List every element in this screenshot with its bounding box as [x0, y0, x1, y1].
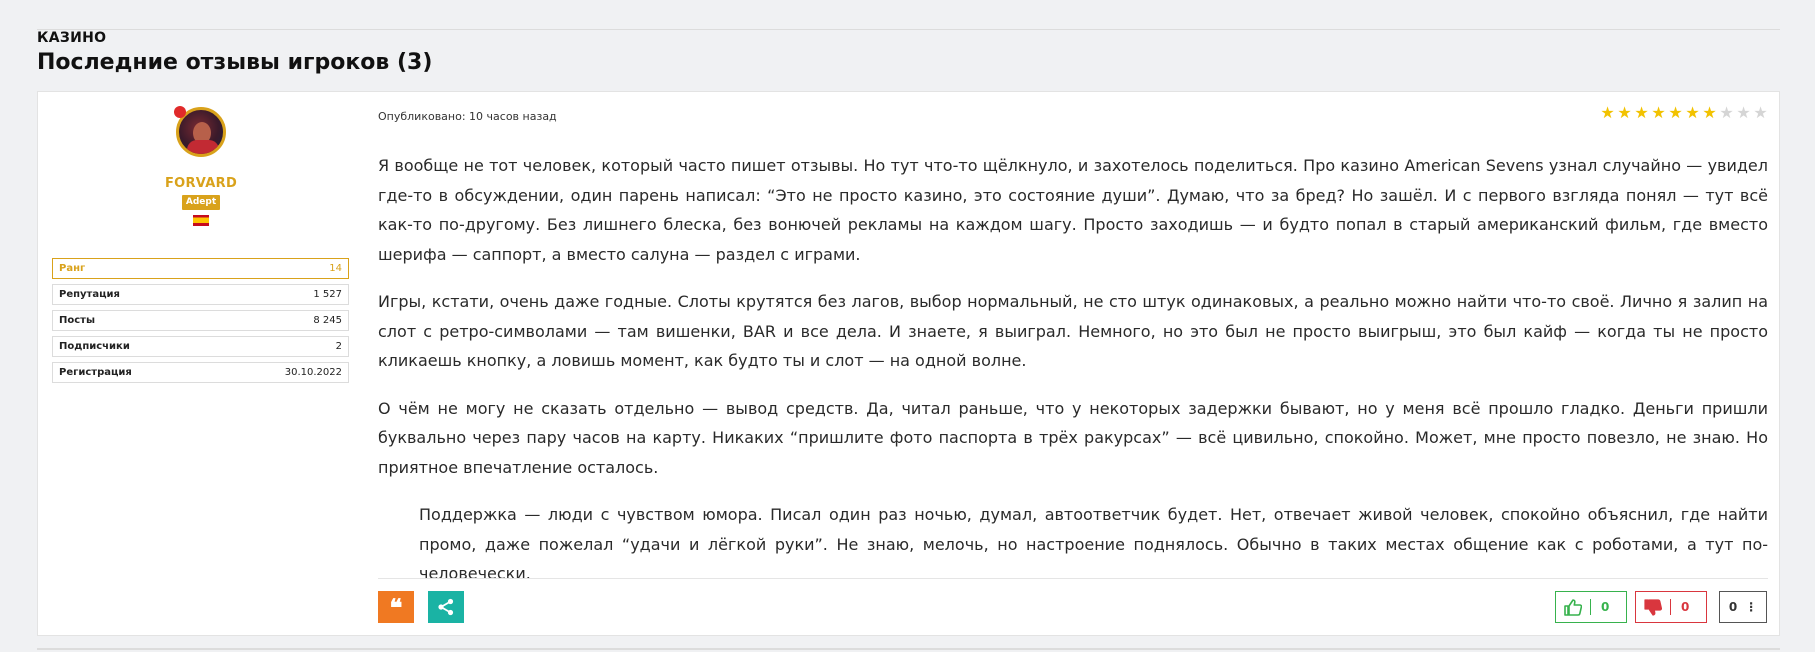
star-filled-icon: ★ [1668, 103, 1683, 122]
star-filled-icon: ★ [1702, 103, 1717, 122]
post-paragraph: Игры, кстати, очень даже годные. Слоты к… [378, 292, 1768, 370]
kebab-menu-icon: ⋮ [1745, 600, 1758, 614]
star-empty-icon: ★ [1736, 103, 1751, 122]
spain-flag-icon [193, 215, 209, 226]
stat-value: 1 527 [313, 289, 342, 300]
stat-value: 30.10.2022 [284, 367, 342, 378]
thumbs-up-icon [1556, 598, 1590, 616]
more-options-button[interactable]: 0 ⋮ [1719, 591, 1767, 623]
star-empty-icon: ★ [1753, 103, 1768, 122]
stat-row-reputation: Репутация 1 527 [52, 284, 349, 305]
section-title: Последние отзывы игроков (3) [37, 50, 433, 75]
quote-button[interactable]: ❝ [378, 591, 414, 623]
star-filled-icon: ★ [1651, 103, 1666, 122]
stat-row-rank: Ранг 14 [52, 258, 349, 279]
like-count: 0 [1601, 600, 1610, 614]
stat-row-registration: Регистрация 30.10.2022 [52, 362, 349, 383]
rating-stars: ★ ★ ★ ★ ★ ★ ★ ★ ★ ★ [1600, 105, 1768, 121]
post-divider [378, 578, 1768, 579]
score-count: 0 [1728, 600, 1738, 614]
stat-label: Регистрация [59, 367, 132, 378]
author-stats: Ранг 14 Репутация 1 527 Посты 8 245 Подп… [52, 258, 349, 388]
post-blockquote: Поддержка — люди с чувством юмора. Писал… [419, 505, 1768, 583]
stat-label: Ранг [59, 263, 86, 274]
share-icon [438, 598, 454, 616]
thumbs-down-icon [1636, 598, 1670, 616]
dislike-button[interactable]: 0 [1635, 591, 1707, 623]
stat-label: Репутация [59, 289, 120, 300]
stat-row-followers: Подписчики 2 [52, 336, 349, 357]
section-label: КАЗИНО [37, 30, 107, 46]
author-username[interactable]: FORVARD [38, 176, 364, 191]
post-published: Опубликовано: 10 часов назад [378, 110, 557, 123]
post-paragraph: О чём не могу не сказать отдельно — выво… [378, 398, 1768, 477]
star-filled-icon: ★ [1634, 103, 1649, 122]
star-filled-icon: ★ [1685, 103, 1700, 122]
avatar-shirt [187, 140, 219, 154]
bottom-divider [37, 648, 1780, 650]
stat-label: Подписчики [59, 341, 130, 352]
like-button[interactable]: 0 [1555, 591, 1627, 623]
stat-value: 14 [329, 263, 342, 274]
top-divider [37, 29, 1780, 30]
star-empty-icon: ★ [1719, 103, 1734, 122]
quote-icon: ❝ [389, 592, 403, 622]
stat-label: Посты [59, 315, 96, 326]
post-paragraph: Я вообще не тот человек, который часто п… [378, 156, 1768, 264]
stat-value: 2 [335, 341, 342, 352]
dislike-count: 0 [1681, 600, 1690, 614]
stat-row-posts: Посты 8 245 [52, 310, 349, 331]
post-body: Я вообще не тот человек, который часто п… [378, 151, 1768, 607]
stat-value: 8 245 [313, 315, 342, 326]
review-card: FORVARD Adept Ранг 14 Репутация 1 527 По… [37, 91, 1780, 636]
online-badge-icon [174, 106, 186, 118]
author-role-badge: Adept [182, 195, 220, 210]
star-filled-icon: ★ [1617, 103, 1632, 122]
share-button[interactable] [428, 591, 464, 623]
star-filled-icon: ★ [1600, 103, 1615, 122]
